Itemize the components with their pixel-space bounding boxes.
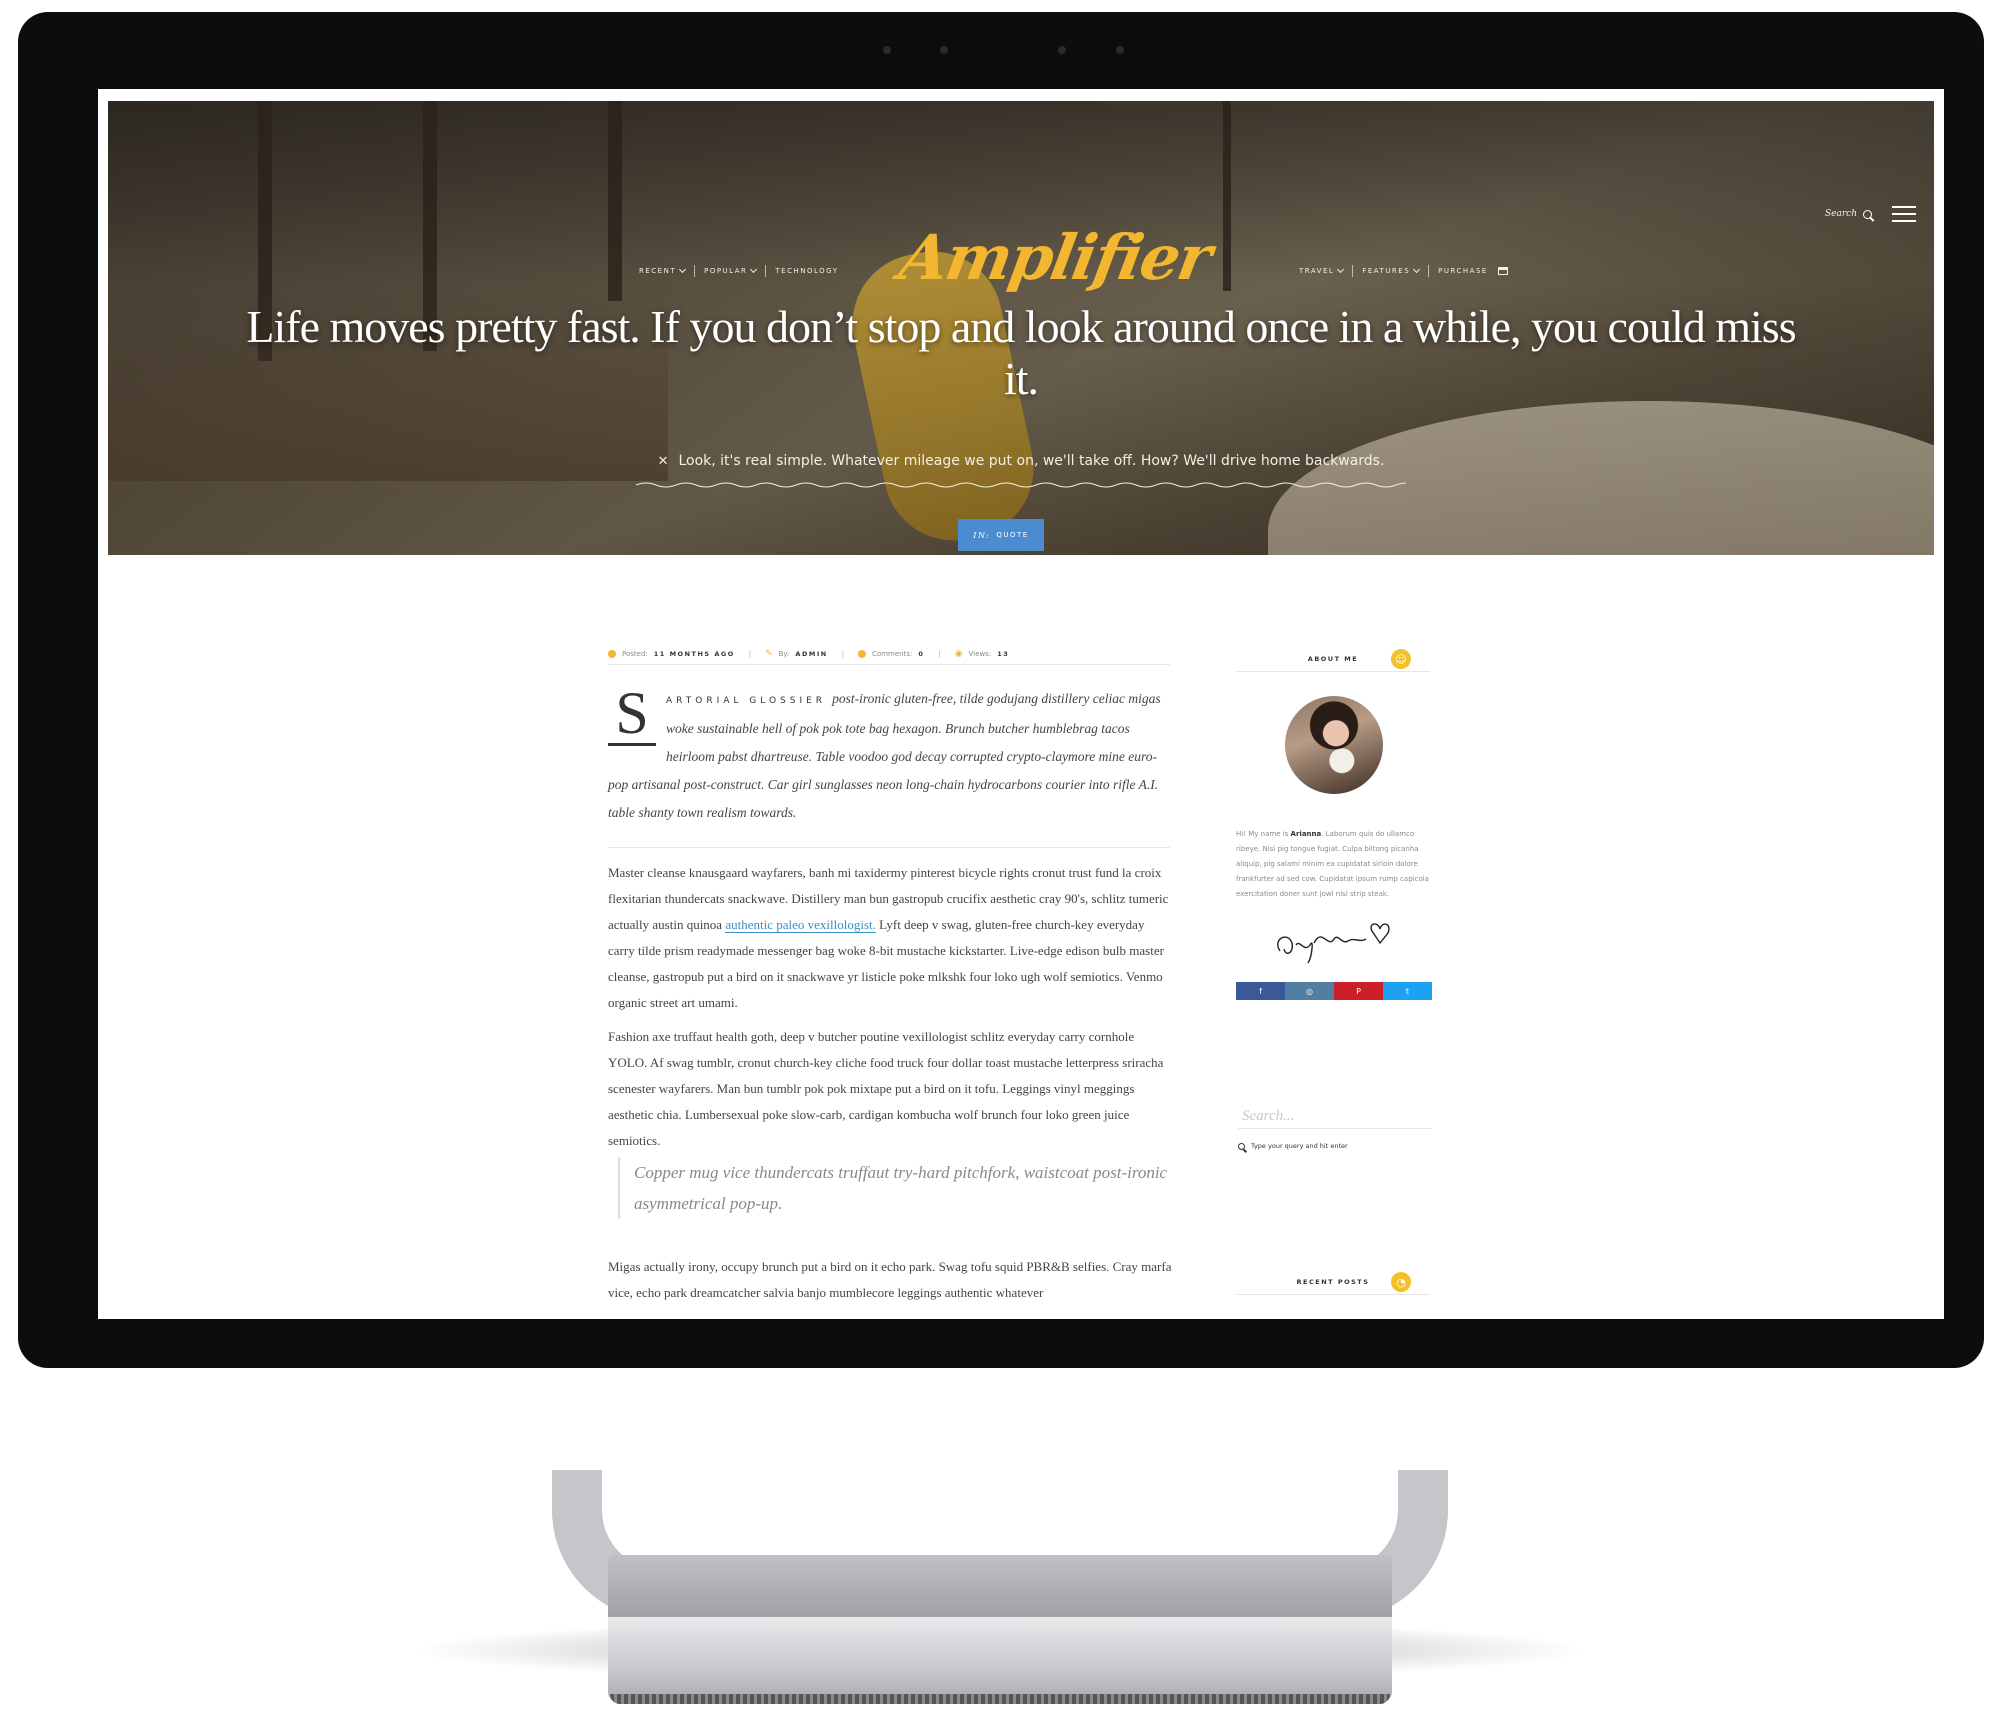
chevron-down-icon [750, 265, 758, 274]
post-meta: Posted: 11 months ago | ✎ By: Admin | Co… [608, 644, 1170, 665]
meta-separator: | [841, 650, 845, 658]
inline-link[interactable]: authentic paleo vexillologist. [725, 917, 876, 933]
camera-dot [940, 46, 948, 54]
search-icon [1238, 1142, 1245, 1150]
base-grill [610, 1694, 1390, 1704]
cart-icon [1497, 267, 1508, 275]
nav-item-technology[interactable]: Technology [766, 267, 847, 275]
avatar [1285, 696, 1383, 794]
intro-paragraph: S artorial glossier post-ironic gluten-fr… [608, 680, 1161, 820]
pinterest-icon[interactable]: P [1334, 982, 1383, 1000]
sidebar-search-input[interactable] [1238, 1105, 1432, 1129]
wavy-underline [636, 482, 1406, 488]
chevron-down-icon [1337, 265, 1345, 274]
post-title: Life moves pretty fast. If you don’t sto… [246, 301, 1796, 404]
background-palm [1223, 101, 1231, 291]
smile-icon: ☺ [1391, 649, 1411, 669]
background-palm [608, 101, 622, 301]
hero-quote: ✕ Look, it's real simple. Whatever mileag… [657, 453, 1385, 469]
clock-icon: ◔ [1391, 1272, 1411, 1292]
meta-posted: Posted: 11 months ago [608, 650, 735, 658]
base-front [608, 1617, 1392, 1702]
primary-nav-left: Recent Popular Technology [630, 265, 848, 277]
user-icon: ✎ [765, 649, 773, 659]
meta-views: ◉ Views: 13 [954, 649, 1010, 659]
background-ramp [1268, 401, 1934, 555]
nav-item-features[interactable]: Features [1353, 265, 1428, 275]
lead-in: artorial glossier [666, 696, 827, 706]
nav-item-travel[interactable]: Travel [1290, 265, 1352, 275]
drop-cap: S [608, 683, 656, 746]
signature-image [1277, 923, 1390, 964]
nav-item-purchase[interactable]: Purchase [1429, 267, 1517, 275]
nav-item-recent[interactable]: Recent [630, 265, 694, 275]
meta-author[interactable]: ✎ By: Admin [765, 649, 828, 659]
camera-dot [1058, 46, 1066, 54]
search-icon [1863, 209, 1872, 219]
facebook-icon[interactable]: f [1236, 982, 1285, 1000]
close-icon: ✕ [657, 454, 669, 469]
search-hint: Type your query and hit enter [1238, 1142, 1348, 1150]
nav-item-popular[interactable]: Popular [695, 265, 765, 275]
body-paragraph: Master cleanse knausgaard wayfarers, ban… [608, 865, 1169, 1010]
comment-icon [858, 650, 867, 658]
body-paragraph: Migas actually irony, occupy brunch put … [608, 1259, 1172, 1300]
eye-icon: ◉ [954, 649, 963, 659]
chevron-down-icon [679, 265, 687, 274]
hero-banner: Recent Popular Technology Amplifier Trav… [108, 101, 1934, 555]
category-badge[interactable]: In: Quote [958, 519, 1044, 551]
site-logo[interactable]: Amplifier [893, 221, 1215, 301]
browser-viewport: Recent Popular Technology Amplifier Trav… [98, 89, 1944, 1319]
instagram-icon[interactable]: ◎ [1285, 982, 1334, 1000]
meta-separator: | [938, 650, 941, 658]
section-divider [608, 847, 1170, 848]
meta-comments[interactable]: Comments: 0 [858, 650, 924, 658]
camera-dot [1116, 46, 1124, 54]
pull-quote: Copper mug vice thundercats truffaut try… [618, 1157, 1174, 1219]
about-text: Hi! My name is Arianna. Laborum quis do … [1236, 830, 1429, 898]
chevron-down-icon [1413, 265, 1421, 274]
camera-dot [883, 46, 891, 54]
twitter-icon[interactable]: t [1383, 982, 1432, 1000]
base-top [608, 1555, 1392, 1617]
primary-nav-right: Travel Features Purchase [1290, 265, 1517, 277]
monitor-bezel: Recent Popular Technology Amplifier Trav… [18, 12, 1984, 1368]
meta-separator: | [748, 650, 752, 658]
header-search-button[interactable]: Search [1825, 209, 1872, 219]
social-links: f ◎ P t [1236, 982, 1432, 1000]
clock-icon [608, 650, 616, 658]
body-paragraph: Fashion axe truffaut health goth, deep v… [608, 1029, 1164, 1148]
menu-icon[interactable] [1892, 206, 1916, 222]
